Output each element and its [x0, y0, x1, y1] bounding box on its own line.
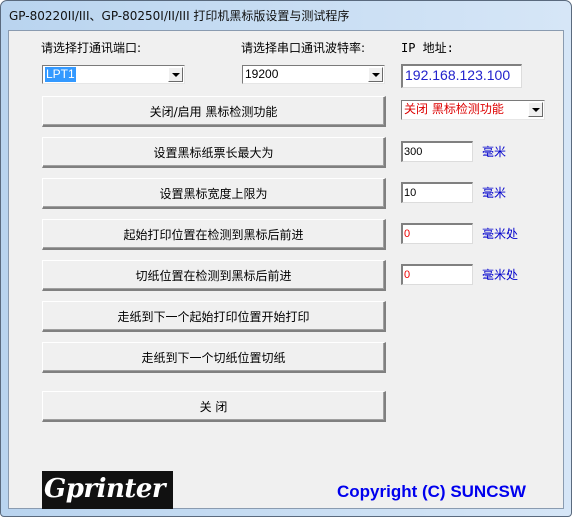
set-print-start-offset-button[interactable]: 起始打印位置在检测到黑标后前进: [42, 219, 386, 250]
ip-label: IP 地址:: [401, 41, 454, 55]
mark-width-limit-unit: 毫米: [482, 186, 507, 200]
copyright-text: Copyright (C) SUNCSW: [337, 482, 526, 501]
max-ticket-length-value: 300: [404, 146, 423, 158]
port-select[interactable]: LPT1: [42, 65, 185, 84]
print-start-offset-input[interactable]: 0: [401, 223, 473, 244]
mark-width-limit-input[interactable]: 10: [401, 182, 473, 203]
blackmark-mode-value: 关闭 黑标检测功能: [404, 102, 504, 116]
ip-address-value: 192.168.123.100: [405, 67, 511, 83]
chevron-down-icon[interactable]: [168, 67, 183, 82]
cut-offset-input[interactable]: 0: [401, 264, 473, 285]
close-button[interactable]: 关 闭: [42, 391, 386, 422]
chevron-down-icon[interactable]: [368, 67, 383, 82]
port-label: 请选择打通讯端口:: [41, 41, 142, 55]
baud-label: 请选择串口通讯波特率:: [241, 41, 366, 55]
feed-to-cut-button[interactable]: 走纸到下一个切纸位置切纸: [42, 342, 386, 373]
title-bar[interactable]: GP-80220II/III、GP-80250I/II/III 打印机黑标版设置…: [1, 1, 571, 29]
mark-width-limit-value: 10: [404, 187, 417, 199]
print-start-offset-unit: 毫米处: [482, 227, 519, 241]
set-cut-offset-button[interactable]: 切纸位置在检测到黑标后前进: [42, 260, 386, 291]
chevron-down-icon[interactable]: [528, 102, 543, 117]
set-max-ticket-length-button[interactable]: 设置黑标纸票长最大为: [42, 137, 386, 168]
baud-select-value: 19200: [245, 67, 279, 81]
gprinter-logo: Gprinter: [42, 471, 173, 509]
set-mark-width-limit-button[interactable]: 设置黑标宽度上限为: [42, 178, 386, 209]
cut-offset-value: 0: [404, 269, 411, 281]
ip-address-input[interactable]: 192.168.123.100: [401, 64, 522, 88]
app-window: GP-80220II/III、GP-80250I/II/III 打印机黑标版设置…: [0, 0, 572, 517]
dialog-client-area: 请选择打通讯端口: 请选择串口通讯波特率: IP 地址: LPT1 19200 …: [8, 30, 564, 509]
blackmark-mode-select[interactable]: 关闭 黑标检测功能: [401, 100, 545, 120]
toggle-blackmark-button[interactable]: 关闭/启用 黑标检测功能: [42, 96, 386, 127]
cut-offset-unit: 毫米处: [482, 268, 519, 282]
max-ticket-length-unit: 毫米: [482, 145, 507, 159]
window-title: GP-80220II/III、GP-80250I/II/III 打印机黑标版设置…: [9, 9, 350, 23]
baud-select[interactable]: 19200: [242, 65, 385, 84]
feed-to-print-start-button[interactable]: 走纸到下一个起始打印位置开始打印: [42, 301, 386, 332]
print-start-offset-value: 0: [404, 228, 411, 240]
max-ticket-length-input[interactable]: 300: [401, 141, 473, 162]
port-select-value: LPT1: [45, 67, 76, 82]
